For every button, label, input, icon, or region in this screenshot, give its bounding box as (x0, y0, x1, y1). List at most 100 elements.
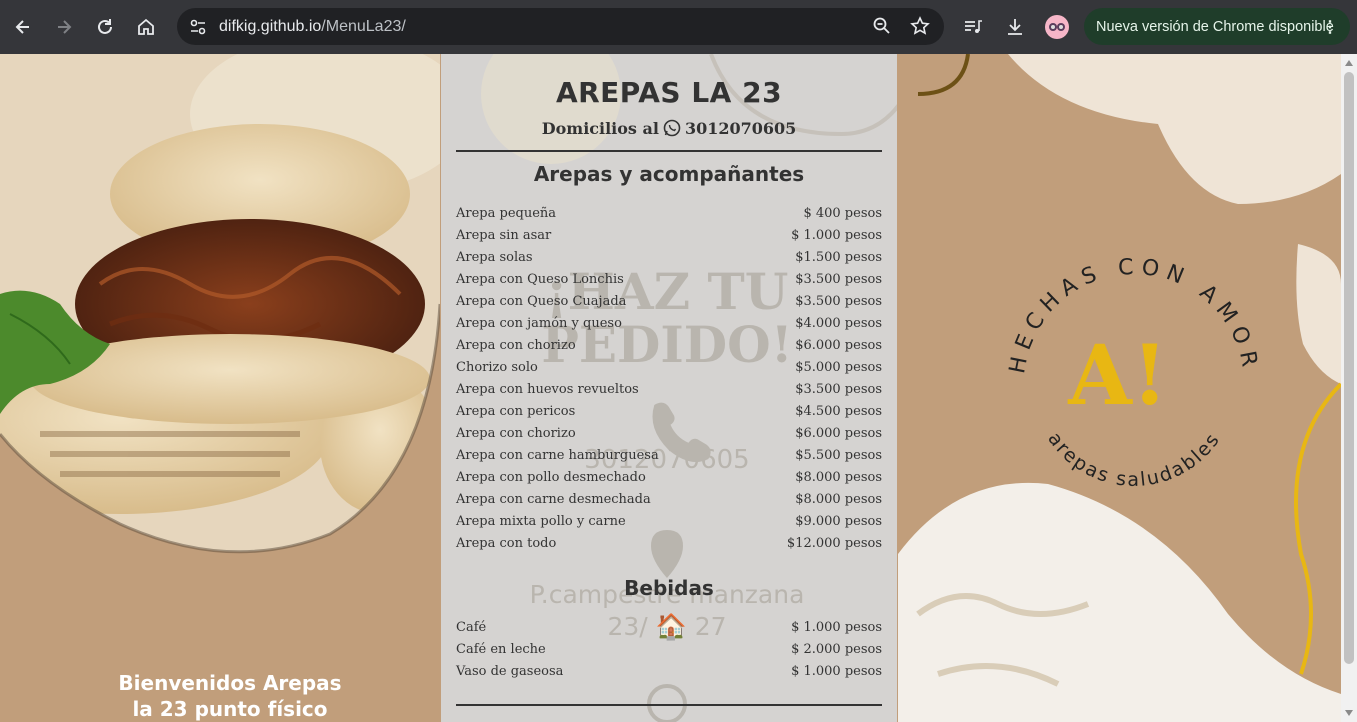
menu-item: Arepa con Queso Lonchis $3.500 pesos (456, 268, 882, 290)
more-vert-icon[interactable]: ⋮ (1322, 17, 1338, 37)
menu-item-price: $5.000 pesos (795, 359, 882, 375)
welcome-line-1: Bienvenidos Arepas (118, 671, 342, 695)
home-button[interactable] (129, 10, 163, 44)
menu-item-price: $3.500 pesos (795, 271, 882, 287)
menu-item-name: Arepa con carne desmechada (456, 491, 651, 507)
menu-item-price: $ 2.000 pesos (791, 641, 882, 657)
scroll-thumb[interactable] (1344, 72, 1354, 664)
delivery-phone[interactable]: 3012070605 (685, 119, 796, 138)
menu-item-name: Arepa sin asar (456, 227, 552, 243)
downloads-button[interactable] (998, 10, 1032, 44)
site-info-icon[interactable] (187, 16, 209, 38)
menu-item: Arepa con carne desmechada $8.000 pesos (456, 488, 882, 510)
menu-item-price: $12.000 pesos (786, 535, 882, 551)
menu-title: AREPAS LA 23 (555, 76, 783, 109)
menu-item: Arepa mixta pollo y carne $9.000 pesos (456, 510, 882, 532)
reload-button[interactable] (88, 10, 122, 44)
page-viewport: Bienvenidos Arepas la 23 punto físico HE… (0, 54, 1341, 722)
menu-item-price: $4.000 pesos (795, 315, 882, 331)
section-title-bebidas: Bebidas (624, 576, 714, 600)
reload-icon (98, 19, 112, 34)
menu-item-price: $1.500 pesos (795, 249, 882, 265)
menu-item-price: $4.500 pesos (795, 403, 882, 419)
section-title-arepas: Arepas y acompañantes (533, 162, 805, 186)
welcome-line-2: la 23 punto físico (132, 697, 328, 721)
delivery-line: Domicilios al 3012070605 (456, 116, 882, 140)
menu-item-name: Arepa mixta pollo y carne (456, 513, 626, 529)
browser-toolbar: difkig.github.io/MenuLa23/ Nueva versión… (0, 0, 1357, 54)
menu-item-name: Arepa pequeña (456, 205, 557, 221)
menu-item: Arepa con todo $12.000 pesos (456, 532, 882, 554)
menu-item-name: Café (456, 619, 487, 635)
whatsapp-icon (663, 119, 681, 137)
arrow-right-icon (58, 20, 72, 34)
home-icon (138, 18, 154, 35)
address-bar[interactable]: difkig.github.io/MenuLa23/ (177, 8, 944, 45)
menu-panel: ¡HAZ TU PEDIDO! 3012070605 P.campestre m… (441, 54, 897, 722)
divider (456, 150, 882, 152)
menu-item-price: $8.000 pesos (795, 469, 882, 485)
menu-item-name: Arepa con huevos revueltos (456, 381, 639, 397)
badge-logo: A! (1067, 328, 1168, 424)
url-path: /MenuLa23/ (321, 17, 406, 35)
menu-item: Arepa pequeña $ 400 pesos (456, 202, 882, 224)
download-icon (1008, 19, 1022, 35)
menu-item-name: Vaso de gaseosa (456, 663, 564, 679)
menu-item: Café $ 1.000 pesos (456, 616, 882, 638)
menu-item: Arepa con Queso Cuajada $3.500 pesos (456, 290, 882, 312)
scroll-down-arrow[interactable] (1345, 710, 1353, 716)
bebidas-list: Café $ 1.000 pesos Café en leche $ 2.000 pe… (456, 616, 882, 682)
url-host: difkig.github.io (219, 17, 322, 35)
menu-item: Arepa con pericos $4.500 pesos (456, 400, 882, 422)
menu-item-name: Arepa con todo (456, 535, 557, 551)
menu-item-name: Chorizo solo (456, 359, 538, 375)
menu-item-name: Arepa con chorizo (456, 425, 576, 441)
brand-decoration: HECHAS CON AMOR arepas saludables A! (898, 54, 1341, 722)
menu-item-name: Arepa con pollo desmechado (456, 469, 646, 485)
arrow-left-icon (15, 20, 29, 34)
playlist-icon (965, 20, 982, 33)
menu-item-name: Arepa con Queso Lonchis (456, 271, 624, 287)
menu-item: Arepa con huevos revueltos $3.500 pesos (456, 378, 882, 400)
chrome-update-button[interactable]: Nueva versión de Chrome disponible ⋮ (1084, 8, 1350, 45)
media-controls-button[interactable] (956, 10, 990, 44)
back-button[interactable] (6, 10, 40, 44)
menu-item-price: $ 1.000 pesos (791, 619, 882, 635)
menu-item-name: Arepa con jamón y queso (456, 315, 622, 331)
forward-button[interactable] (47, 10, 81, 44)
menu-item-name: Arepa con carne hamburguesa (456, 447, 659, 463)
arepas-list: Arepa pequeña $ 400 pesos Arepa sin asar $ … (456, 202, 882, 554)
welcome-text: Bienvenidos Arepas la 23 punto físico (70, 670, 390, 722)
menu-item-name: Arepa con Queso Cuajada (456, 293, 627, 309)
menu-item: Arepa con carne hamburguesa $5.500 pesos (456, 444, 882, 466)
menu-item-price: $9.000 pesos (795, 513, 882, 529)
menu-item-name: Café en leche (456, 641, 546, 657)
menu-item-name: Arepa solas (456, 249, 533, 265)
badge-arc-bottom: arepas saludables (1043, 428, 1224, 491)
menu-item: Arepa sin asar $ 1.000 pesos (456, 224, 882, 246)
menu-item-price: $3.500 pesos (795, 381, 882, 397)
delivery-prefix: Domicilios al (541, 118, 659, 138)
menu-item-price: $5.500 pesos (795, 447, 882, 463)
menu-item-price: $8.000 pesos (795, 491, 882, 507)
menu-item-price: $6.000 pesos (795, 425, 882, 441)
menu-item-name: Arepa con pericos (456, 403, 576, 419)
menu-item-price: $ 1.000 pesos (791, 227, 882, 243)
menu-item-price: $ 400 pesos (803, 205, 882, 221)
menu-item-price: $3.500 pesos (795, 293, 882, 309)
url-text[interactable]: difkig.github.io/MenuLa23/ (219, 18, 406, 36)
divider (456, 704, 882, 706)
zoom-icon[interactable] (870, 14, 894, 38)
menu-item: Arepa con chorizo $6.000 pesos (456, 422, 882, 444)
menu-item-price: $6.000 pesos (795, 337, 882, 353)
arepa-photo (0, 54, 440, 554)
update-label: Nueva versión de Chrome disponible (1096, 18, 1334, 35)
bookmark-star-icon[interactable] (908, 14, 932, 38)
menu-item: Vaso de gaseosa $ 1.000 pesos (456, 660, 882, 682)
menu-item: Arepa con chorizo $6.000 pesos (456, 334, 882, 356)
page-scrollbar[interactable] (1341, 54, 1357, 722)
profile-button[interactable] (1040, 10, 1074, 44)
menu-item: Arepa solas $1.500 pesos (456, 246, 882, 268)
scroll-up-arrow[interactable] (1345, 60, 1353, 66)
menu-item-name: Arepa con chorizo (456, 337, 576, 353)
